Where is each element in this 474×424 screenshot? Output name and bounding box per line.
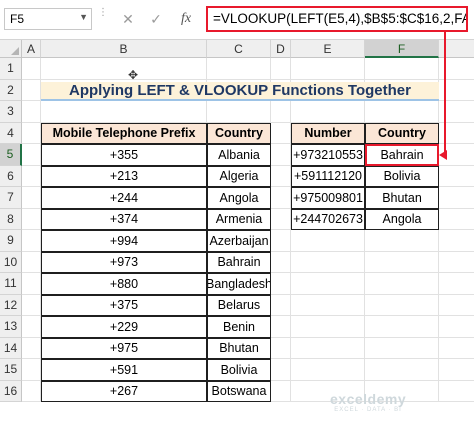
selected-cell-f5[interactable]: Bahrain xyxy=(365,144,439,166)
lookup-country-cell[interactable]: Albania xyxy=(207,144,271,166)
row-header-16[interactable]: 16 xyxy=(0,380,22,402)
lookup-prefix-cell[interactable]: +229 xyxy=(41,316,207,338)
row-header-7[interactable]: 7 xyxy=(0,187,22,209)
formula-bar: F5 ▼ ⋮ ✕ ✓ fx =VLOOKUP(LEFT(E5,4),$B$5:$… xyxy=(0,0,474,40)
row-header-12[interactable]: 12 xyxy=(0,294,22,316)
watermark-logo: exceldemy EXCEL · DATA · BI xyxy=(330,391,407,413)
check-icon[interactable]: ✓ xyxy=(146,9,166,29)
lookup-prefix-cell[interactable]: +591 xyxy=(41,359,207,381)
name-box[interactable]: F5 ▼ xyxy=(4,8,92,30)
lookup-prefix-cell[interactable]: +975 xyxy=(41,337,207,359)
lookup-country-cell[interactable]: Botswana xyxy=(207,380,271,402)
column-header-c[interactable]: C xyxy=(207,40,271,58)
lookup-header-1: Country xyxy=(207,122,271,144)
lookup-prefix-cell[interactable]: +244 xyxy=(41,187,207,209)
row-header-2[interactable]: 2 xyxy=(0,79,22,101)
lookup-prefix-cell[interactable]: +375 xyxy=(41,294,207,316)
lookup-prefix-cell[interactable]: +213 xyxy=(41,165,207,187)
result-country-cell[interactable]: Bolivia xyxy=(365,165,439,187)
column-header-d[interactable]: D xyxy=(271,40,291,58)
result-header-0: Number xyxy=(291,122,365,144)
column-header-e[interactable]: E xyxy=(291,40,365,58)
close-icon[interactable]: ✕ xyxy=(118,9,138,29)
row-header-10[interactable]: 10 xyxy=(0,251,22,273)
lookup-country-cell[interactable]: Belarus xyxy=(207,294,271,316)
column-header-b[interactable]: B xyxy=(41,40,207,58)
lookup-prefix-cell[interactable]: +880 xyxy=(41,273,207,295)
lookup-prefix-cell[interactable]: +374 xyxy=(41,208,207,230)
row-header-3[interactable]: 3 xyxy=(0,101,22,123)
column-header-f[interactable]: F xyxy=(365,40,439,58)
chevron-down-icon[interactable]: ▼ xyxy=(79,12,88,22)
lookup-country-cell[interactable]: Bhutan xyxy=(207,337,271,359)
lookup-country-cell[interactable]: Bangladesh xyxy=(207,273,271,295)
lookup-prefix-cell[interactable]: +355 xyxy=(41,144,207,166)
row-header-8[interactable]: 8 xyxy=(0,208,22,230)
lookup-prefix-cell[interactable]: +973 xyxy=(41,251,207,273)
gridline xyxy=(364,58,365,402)
result-number-cell[interactable]: +591112120 xyxy=(291,165,365,187)
lookup-prefix-cell[interactable]: +994 xyxy=(41,230,207,252)
drag-handle-icon[interactable]: ⋮ xyxy=(98,8,108,30)
lookup-country-cell[interactable]: Armenia xyxy=(207,208,271,230)
result-country-cell[interactable]: Bhutan xyxy=(365,187,439,209)
name-box-value: F5 xyxy=(10,12,25,26)
row-header-11[interactable]: 11 xyxy=(0,273,22,295)
lookup-country-cell[interactable]: Algeria xyxy=(207,165,271,187)
result-number-cell[interactable]: +975009801 xyxy=(291,187,365,209)
select-all-button[interactable] xyxy=(0,40,22,58)
column-header-a[interactable]: A xyxy=(22,40,41,58)
row-header-15[interactable]: 15 xyxy=(0,359,22,381)
page-title: Applying LEFT & VLOOKUP Functions Togeth… xyxy=(41,81,439,101)
row-header-5[interactable]: 5 xyxy=(0,144,22,166)
result-country-cell[interactable]: Angola xyxy=(365,208,439,230)
lookup-country-cell[interactable]: Bahrain xyxy=(207,251,271,273)
arrow-icon xyxy=(439,149,447,160)
lookup-country-cell[interactable]: Angola xyxy=(207,187,271,209)
row-header-9[interactable]: 9 xyxy=(0,230,22,252)
move-cursor-icon: ✥ xyxy=(128,68,139,82)
result-number-cell[interactable]: +244702673 xyxy=(291,208,365,230)
row-header-13[interactable]: 13 xyxy=(0,316,22,338)
lookup-country-cell[interactable]: Benin xyxy=(207,316,271,338)
lookup-prefix-cell[interactable]: +267 xyxy=(41,380,207,402)
gridline xyxy=(22,78,474,80)
row-header-14[interactable]: 14 xyxy=(0,337,22,359)
result-number-cell[interactable]: +973210553 xyxy=(291,144,365,166)
row-header-1[interactable]: 1 xyxy=(0,58,22,80)
lookup-country-cell[interactable]: Azerbaijan xyxy=(207,230,271,252)
row-header-4[interactable]: 4 xyxy=(0,122,22,144)
gridline xyxy=(290,58,291,402)
function-icon[interactable]: fx xyxy=(176,9,196,29)
result-header-1: Country xyxy=(365,122,439,144)
lookup-country-cell[interactable]: Bolivia xyxy=(207,359,271,381)
row-header-6[interactable]: 6 xyxy=(0,165,22,187)
formula-input[interactable]: =VLOOKUP(LEFT(E5,4),$B$5:$C$16,2,FALSE) xyxy=(206,6,468,32)
gridline xyxy=(438,58,439,402)
lookup-header-0: Mobile Telephone Prefix xyxy=(41,122,207,144)
connector-line xyxy=(444,32,446,155)
